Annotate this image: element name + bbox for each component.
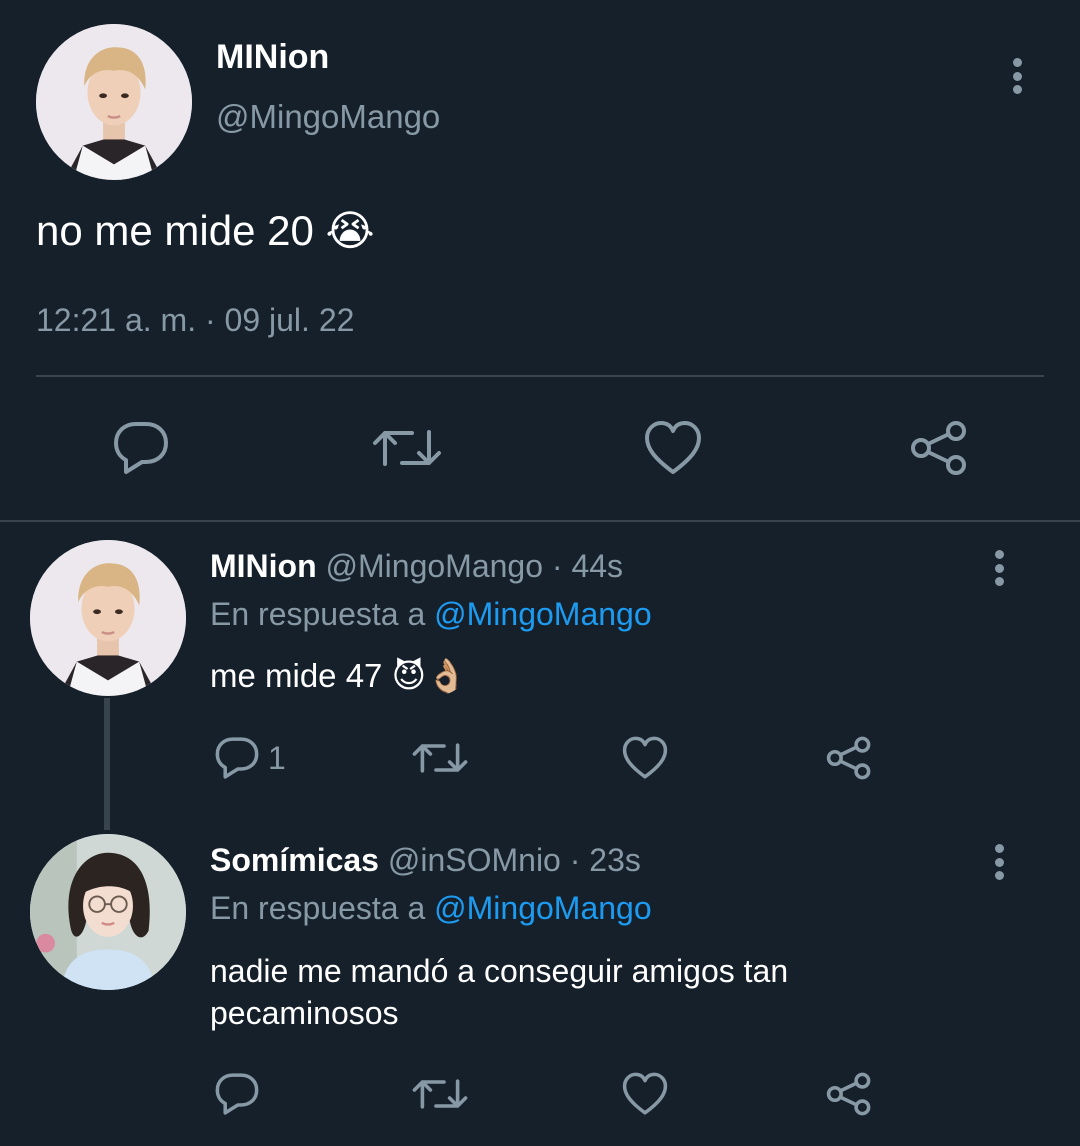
more-dot-icon [994, 577, 1004, 586]
share-icon [911, 421, 966, 475]
reply-2-reply-button[interactable] [214, 1072, 260, 1116]
more-dot-icon [994, 550, 1004, 559]
avatar-blond-man-icon [30, 540, 186, 696]
reply-1-reply-button[interactable]: 1 [214, 736, 286, 780]
reply-1-header: MINion @MingoMango · 44s [210, 548, 623, 585]
reply-1-avatar[interactable] [30, 540, 186, 696]
reply-2-age: · 23s [569, 842, 641, 878]
reply-2-handle[interactable]: @inSOMnio [388, 842, 561, 878]
avatar-blond-man-icon [36, 24, 192, 180]
more-dot-icon [994, 563, 1004, 573]
main-tweet-handle[interactable]: @MingoMango [216, 98, 440, 136]
thread-connector-line [104, 698, 110, 830]
reply-2-avatar[interactable] [30, 834, 186, 990]
reply-1-display-name[interactable]: MINion [210, 548, 317, 584]
main-tweet-more-button[interactable] [1002, 54, 1032, 98]
main-share-button[interactable] [910, 420, 968, 476]
share-icon [826, 736, 871, 780]
retweet-icon [373, 430, 441, 466]
reply-1-in-reply-to: En respuesta a @MingoMango [210, 596, 652, 633]
reply-1-reply-count: 1 [268, 739, 286, 776]
reply-2-like-button[interactable] [622, 1072, 668, 1116]
main-tweet-divider [36, 375, 1044, 377]
like-icon [645, 421, 701, 474]
reply-2-reply-prefix: En respuesta a [210, 890, 426, 926]
main-tweet-display-name[interactable]: MINion [216, 38, 329, 77]
more-dot-icon [994, 871, 1004, 880]
avatar-woman-glasses-icon [30, 834, 186, 990]
reply-2-reply-to-link[interactable]: @MingoMango [434, 890, 651, 926]
reply-2-text-line-2: pecaminosos [210, 995, 399, 1031]
like-icon [622, 1072, 668, 1115]
reply-2-text: nadie me mandó a conseguir amigos tan pe… [210, 950, 788, 1034]
main-tweet-text: no me mide 20 😭 [36, 207, 375, 254]
reply-2-text-line-1: nadie me mandó a conseguir amigos tan [210, 953, 789, 989]
main-like-button[interactable] [644, 420, 702, 476]
section-divider [0, 520, 1080, 522]
more-dot-icon [994, 857, 1004, 867]
reply-2-header: Somímicas @inSOMnio · 23s [210, 842, 641, 879]
main-tweet-timestamp[interactable]: 12:21 a. m. · 09 jul. 22 [36, 302, 354, 339]
reply-icon [215, 737, 259, 779]
reply-1-age: · 44s [551, 548, 624, 584]
reply-1-text: me mide 47 😈👌🏼 [210, 657, 468, 694]
more-dot-icon [1012, 85, 1022, 94]
retweet-icon [412, 1079, 468, 1109]
more-dot-icon [1012, 71, 1022, 81]
reply-2-in-reply-to: En respuesta a @MingoMango [210, 890, 652, 927]
main-tweet-avatar[interactable] [36, 24, 192, 180]
like-icon [622, 736, 668, 779]
reply-1-reply-to-link[interactable]: @MingoMango [434, 596, 651, 632]
reply-2-more-button[interactable] [984, 840, 1014, 884]
reply-2-retweet-button[interactable] [412, 1074, 468, 1114]
reply-2-share-button[interactable] [826, 1072, 872, 1116]
retweet-icon [412, 743, 468, 773]
reply-1-share-button[interactable] [826, 736, 872, 780]
more-dot-icon [994, 844, 1004, 853]
reply-icon [215, 1073, 259, 1115]
main-reply-button[interactable] [112, 420, 170, 476]
reply-1-more-button[interactable] [984, 546, 1014, 590]
share-icon [826, 1072, 871, 1116]
reply-1-reply-prefix: En respuesta a [210, 596, 426, 632]
reply-2-display-name[interactable]: Somímicas [210, 842, 379, 878]
reply-1-like-button[interactable] [622, 736, 668, 780]
main-retweet-button[interactable] [372, 424, 442, 472]
reply-icon [114, 422, 168, 474]
reply-1-retweet-button[interactable] [412, 738, 468, 778]
more-dot-icon [1012, 58, 1022, 67]
reply-1-handle[interactable]: @MingoMango [326, 548, 543, 584]
